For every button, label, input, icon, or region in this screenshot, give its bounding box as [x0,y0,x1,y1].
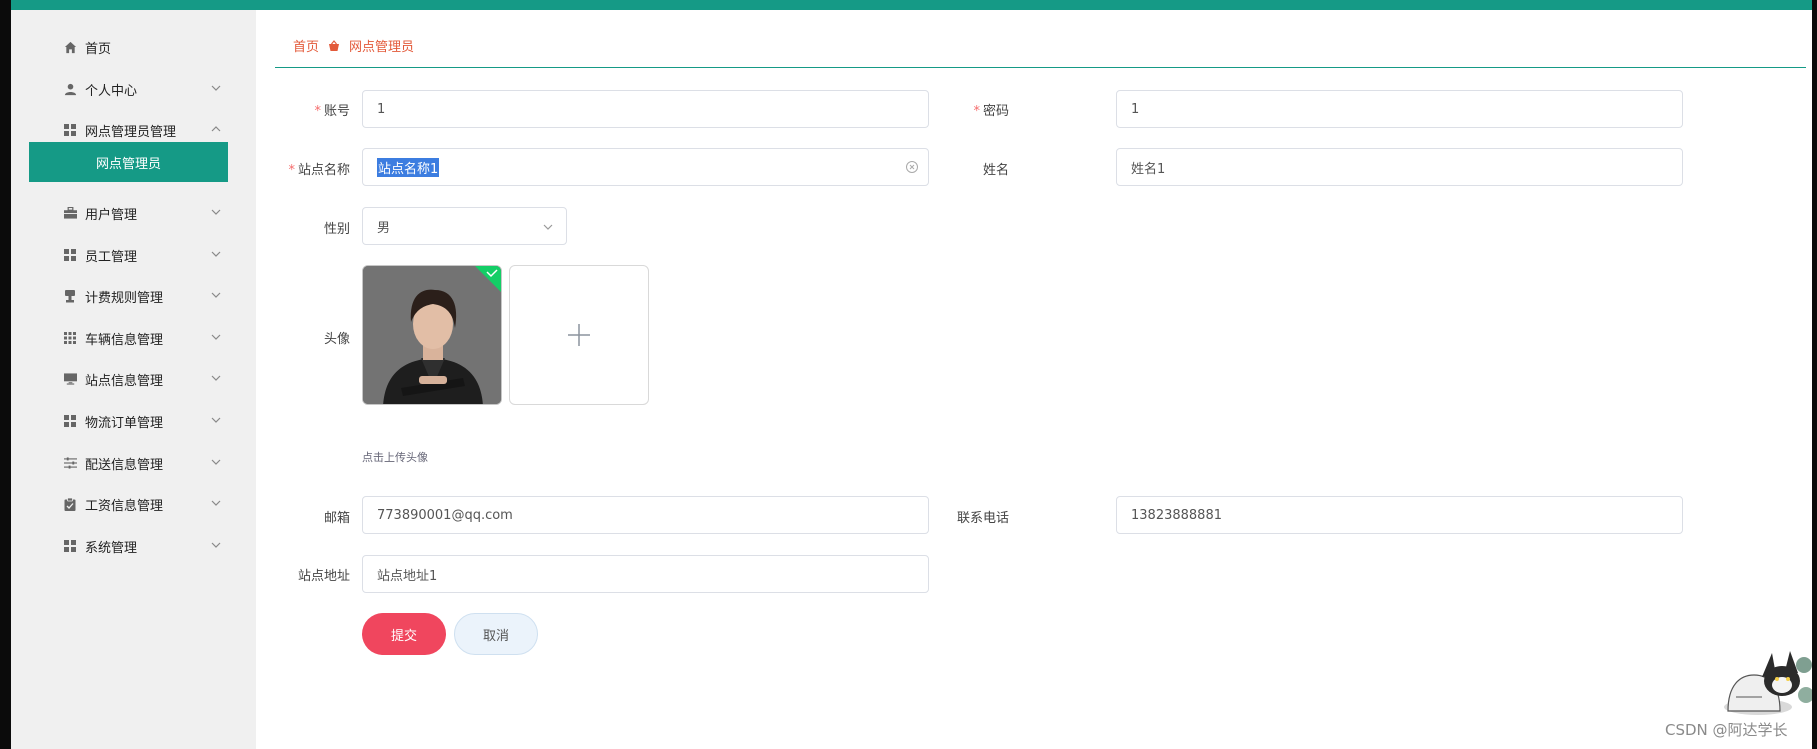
grid-icon [63,248,77,262]
sidebar-subitem-outlet-admin[interactable]: 网点管理员 [29,142,228,182]
site-name-input[interactable]: 站点名称1 [362,148,929,186]
cancel-button[interactable]: 取消 [454,613,538,655]
mascot-image [1724,651,1812,715]
sidebar-item-label: 员工管理 [85,249,138,265]
site-name-label: * 站点名称 [288,163,350,178]
chevron-down-icon [211,251,221,257]
sidebar-item-billing-rules[interactable]: 计费规则管理 [29,276,239,316]
chevron-down-icon [211,85,221,91]
avatar-label: 头像 [323,332,350,347]
sidebar-item-sites[interactable]: 站点信息管理 [29,359,239,399]
sliders-icon [63,456,77,470]
watermark: CSDN @阿达学长 [1665,721,1788,739]
grid-icon [63,414,77,428]
sidebar-item-label: 首页 [85,41,112,57]
grid-icon [63,539,77,553]
account-input[interactable]: 1 [362,90,929,128]
phone-label: 联系电话 [956,511,1009,526]
sidebar: 首页 个人中心 网点管理员管理 网点管理员 用户管理 员工管理 计费规则管理 车… [11,10,256,749]
chevron-down-icon [211,375,221,381]
submit-button[interactable]: 提交 [362,613,446,655]
sidebar-item-label: 物流订单管理 [85,415,164,431]
left-frame [0,0,11,749]
sidebar-item-delivery[interactable]: 配送信息管理 [29,443,239,483]
address-label: 站点地址 [297,569,350,584]
basket-icon [328,39,340,52]
password-input[interactable]: 1 [1116,90,1683,128]
top-bar [11,0,1812,10]
email-label: 邮箱 [323,511,350,526]
sidebar-item-label: 工资信息管理 [85,498,164,514]
gender-label: 性别 [323,222,350,237]
chevron-down-icon [211,292,221,298]
gender-select[interactable]: 男 [362,207,567,245]
password-label: * 密码 [973,104,1009,119]
briefcase-icon [63,206,77,220]
success-check-icon [475,266,501,292]
upload-hint: 点击上传头像 [362,451,428,464]
sidebar-item-users[interactable]: 用户管理 [29,193,239,233]
address-input[interactable]: 站点地址1 [362,555,929,593]
right-frame [1812,0,1817,749]
sidebar-item-staff[interactable]: 员工管理 [29,235,239,275]
upload-avatar-button[interactable] [509,265,649,405]
name-input[interactable]: 姓名1 [1116,148,1683,186]
breadcrumb: 首页 网点管理员 [293,36,414,55]
stamp-icon [63,289,77,303]
grid-icon [63,123,77,137]
sidebar-item-profile[interactable]: 个人中心 [29,69,239,109]
avatar-image[interactable] [362,265,502,405]
chevron-down-icon [211,417,221,423]
plus-icon [568,324,590,346]
clipboard-icon [63,497,77,511]
sidebar-item-vehicles[interactable]: 车辆信息管理 [29,318,239,358]
sidebar-item-system[interactable]: 系统管理 [29,526,239,566]
sidebar-item-label: 计费规则管理 [85,290,164,306]
sidebar-item-label: 系统管理 [85,540,138,556]
chevron-down-icon [211,500,221,506]
chevron-down-icon [211,209,221,215]
chevron-down-icon [211,542,221,548]
user-icon [63,82,77,96]
account-label: * 账号 [314,104,350,119]
sidebar-item-label: 用户管理 [85,207,138,223]
breadcrumb-current: 网点管理员 [349,40,415,55]
grid-dots-icon [63,331,77,345]
main-content: 首页 网点管理员 * 账号 1 * 密码 1 * 站点名称 站点名称1 姓名 姓名1 … [256,10,1812,749]
chevron-down-icon [211,459,221,465]
sidebar-item-salary[interactable]: 工资信息管理 [29,484,239,524]
monitor-icon [63,372,77,386]
name-label: 姓名 [982,163,1009,178]
sidebar-item-home[interactable]: 首页 [29,27,239,67]
email-input[interactable]: 773890001@qq.com [362,496,929,534]
breadcrumb-divider [275,67,1806,68]
sidebar-item-label: 配送信息管理 [85,457,164,473]
sidebar-item-label: 网点管理员管理 [85,124,177,140]
sidebar-item-orders[interactable]: 物流订单管理 [29,401,239,441]
phone-input[interactable]: 13823888881 [1116,496,1683,534]
sidebar-item-label: 个人中心 [85,83,138,99]
sidebar-item-label: 站点信息管理 [85,373,164,389]
chevron-down-icon [211,334,221,340]
selected-text: 站点名称1 [377,157,440,177]
gender-value: 男 [377,220,391,236]
sidebar-item-label: 车辆信息管理 [85,332,164,348]
home-icon [63,40,77,54]
chevron-up-icon [211,126,221,132]
chevron-down-icon [543,224,553,230]
breadcrumb-home[interactable]: 首页 [293,36,319,55]
